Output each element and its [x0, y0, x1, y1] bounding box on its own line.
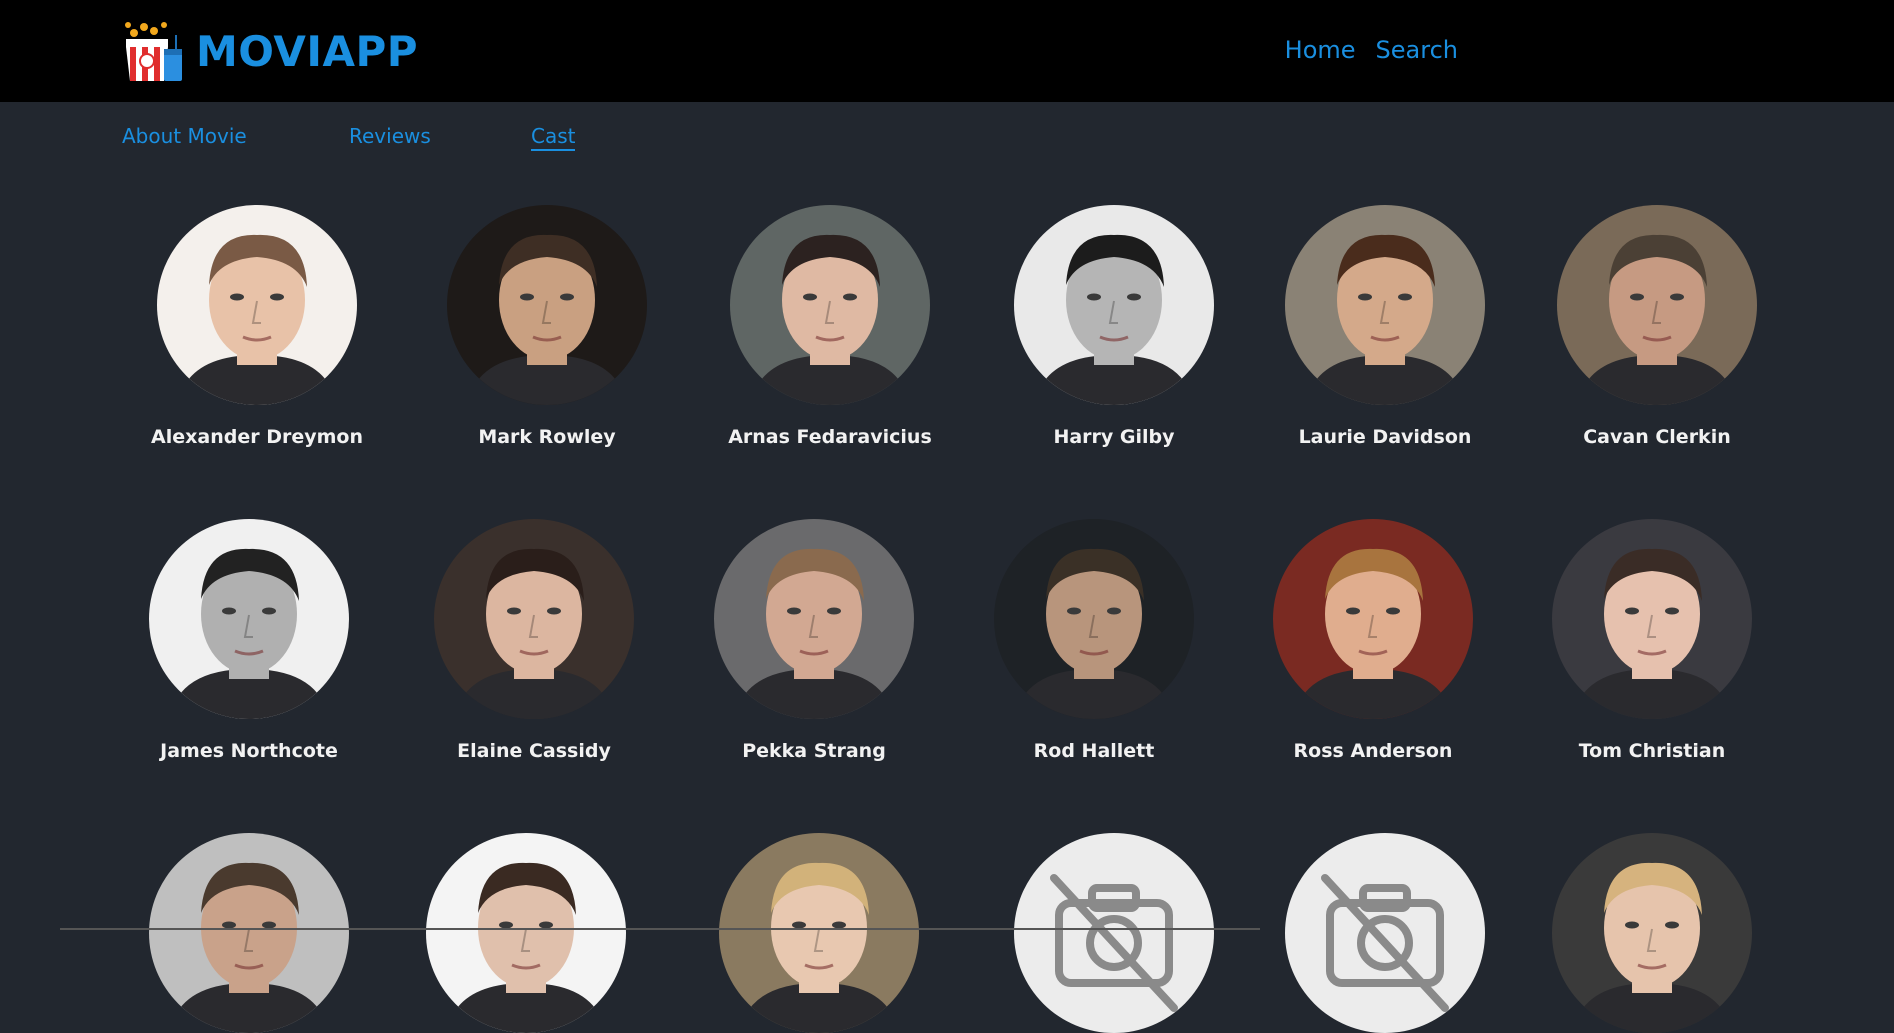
no-camera-icon [1014, 833, 1214, 1033]
cast-name: Alexander Dreymon [151, 426, 363, 448]
cast-photo [157, 205, 357, 405]
cast-photo [1557, 205, 1757, 405]
cast-avatar[interactable] [714, 519, 914, 719]
cast-photo [730, 205, 930, 405]
cast-photo [1285, 205, 1485, 405]
cast-avatar[interactable] [1014, 205, 1214, 405]
cast-name: Cavan Clerkin [1583, 426, 1731, 448]
cast-avatar[interactable] [149, 519, 349, 719]
cast-photo [714, 519, 914, 719]
cast-avatar[interactable] [1552, 519, 1752, 719]
cast-name: Rod Hallett [1033, 740, 1155, 762]
cast-name: Harry Gilby [1053, 426, 1175, 448]
cast-avatar[interactable] [434, 519, 634, 719]
cast-avatar[interactable] [157, 205, 357, 405]
cast-photo [1273, 519, 1473, 719]
cast-avatar[interactable] [1557, 205, 1757, 405]
cast-photo [994, 519, 1194, 719]
cast-photo [447, 205, 647, 405]
cast-photo [719, 833, 919, 1033]
cast-avatar[interactable] [1273, 519, 1473, 719]
cast-photo [149, 833, 349, 1033]
cast-avatar[interactable] [149, 833, 349, 1033]
cast-avatar[interactable] [719, 833, 919, 1033]
cast-name: James Northcote [160, 740, 338, 762]
cast-photo [149, 519, 349, 719]
cast-avatar[interactable] [1552, 833, 1752, 1033]
cast-name: Tom Christian [1578, 740, 1726, 762]
cast-photo [426, 833, 626, 1033]
cast-photo [1552, 519, 1752, 719]
cast-name: Mark Rowley [478, 426, 616, 448]
cast-name: Ross Anderson [1293, 740, 1453, 762]
cast-photo [1552, 833, 1752, 1033]
no-photo-avatar[interactable] [1014, 833, 1214, 1033]
divider [60, 928, 1260, 930]
cast-avatar[interactable] [447, 205, 647, 405]
cast-grid: Alexander Dreymon Mark Rowley Arnas Fedara… [0, 0, 1894, 1033]
cast-avatar[interactable] [426, 833, 626, 1033]
cast-avatar[interactable] [1285, 205, 1485, 405]
cast-name: Pekka Strang [742, 740, 886, 762]
cast-photo [1014, 205, 1214, 405]
cast-name: Laurie Davidson [1298, 426, 1472, 448]
cast-avatar[interactable] [994, 519, 1194, 719]
cast-avatar[interactable] [730, 205, 930, 405]
cast-photo [434, 519, 634, 719]
cast-name: Elaine Cassidy [457, 740, 611, 762]
no-photo-avatar[interactable] [1285, 833, 1485, 1033]
no-camera-icon [1285, 833, 1485, 1033]
cast-name: Arnas Fedaravicius [728, 426, 932, 448]
